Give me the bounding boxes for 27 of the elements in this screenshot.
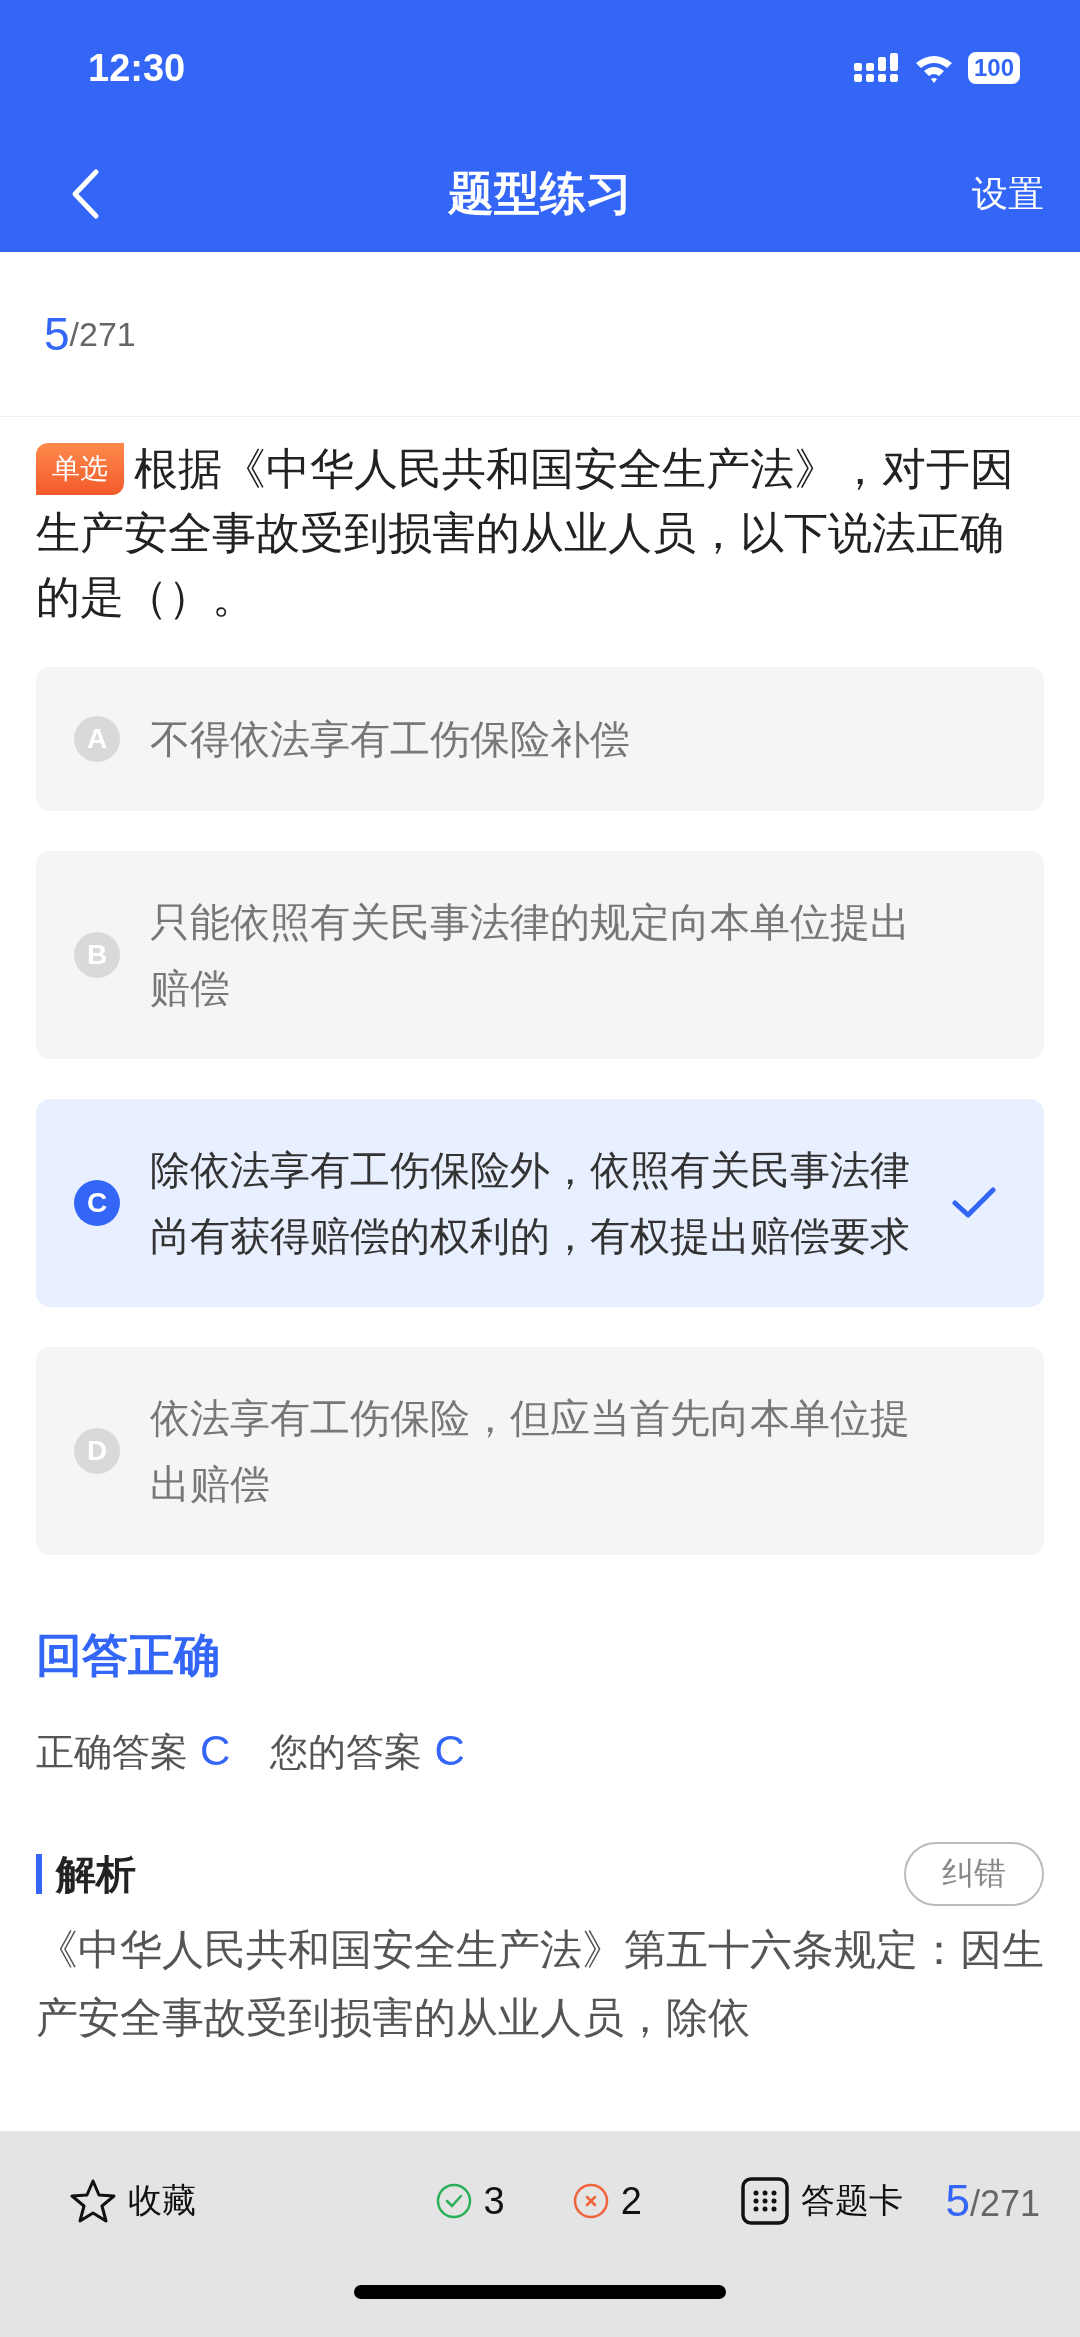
back-icon[interactable] xyxy=(70,168,100,220)
answer-card-label[interactable]: 答题卡 xyxy=(801,2178,904,2224)
analysis-title: 解析 xyxy=(36,1854,136,1894)
correct-count: 3 xyxy=(483,2179,505,2223)
question-counter: 5/271 xyxy=(945,2176,1040,2226)
option-letter: C xyxy=(74,1180,120,1226)
grid-icon[interactable] xyxy=(741,2177,790,2225)
answer-option[interactable]: C 除依法享有工伤保险外，依照有关民事法律尚有获得赔偿的权利的，有权提出赔偿要求 xyxy=(36,1099,1044,1307)
favorite-label[interactable]: 收藏 xyxy=(128,2178,196,2224)
status-time: 12:30 xyxy=(88,46,186,90)
question-text: 单选 根据《中华人民共和国安全生产法》，对于因生产安全事故受到损害的从业人员，以下说法正确的是（）。 xyxy=(36,442,1015,624)
check-circle-icon xyxy=(435,2183,472,2219)
checkmark-icon xyxy=(952,1187,996,1219)
report-error-button[interactable]: 纠错 xyxy=(904,1842,1044,1906)
correct-answer: 正确答案 C xyxy=(36,1727,231,1776)
signal-icon xyxy=(853,53,900,83)
result-title: 回答正确 xyxy=(36,1627,221,1684)
question-type-tag: 单选 xyxy=(36,443,124,495)
star-icon[interactable] xyxy=(70,2178,116,2224)
analysis-text: 《中华人民共和国安全生产法》第五十六条规定：因生产安全事故受到损害的从业人员，除依 xyxy=(36,1924,1044,2044)
wrong-count: 2 xyxy=(620,2179,642,2223)
settings-link[interactable]: 设置 xyxy=(972,169,1044,219)
your-answer: 您的答案 C xyxy=(270,1727,465,1776)
battery-icon: 100 xyxy=(967,52,1020,84)
x-circle-icon xyxy=(572,2183,609,2219)
question-counter: 5/271 xyxy=(0,252,1080,417)
page-title: 题型练习 xyxy=(448,165,632,222)
